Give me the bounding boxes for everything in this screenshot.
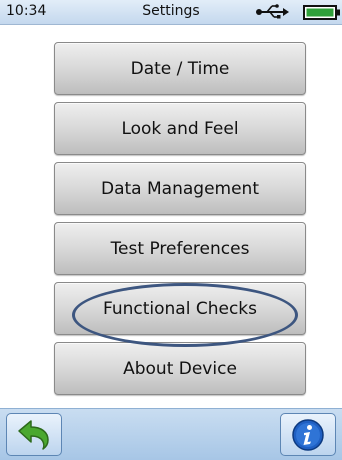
functional-checks-button[interactable]: Functional Checks xyxy=(54,282,306,335)
page-title: Settings xyxy=(142,3,200,19)
settings-menu: Date / Time Look and Feel Data Managemen… xyxy=(0,25,342,408)
look-and-feel-button[interactable]: Look and Feel xyxy=(54,102,306,155)
test-preferences-button[interactable]: Test Preferences xyxy=(54,222,306,275)
data-management-button[interactable]: Data Management xyxy=(54,162,306,215)
info-icon xyxy=(292,418,324,451)
about-device-button[interactable]: About Device xyxy=(54,342,306,395)
back-button[interactable] xyxy=(6,413,62,456)
date-time-button[interactable]: Date / Time xyxy=(54,42,306,95)
info-button[interactable] xyxy=(280,413,336,456)
back-arrow-icon xyxy=(18,419,49,450)
battery-icon xyxy=(303,5,340,20)
status-bar: 10:34 Settings xyxy=(0,0,342,25)
usb-icon xyxy=(256,4,289,19)
bottom-toolbar xyxy=(0,408,342,460)
